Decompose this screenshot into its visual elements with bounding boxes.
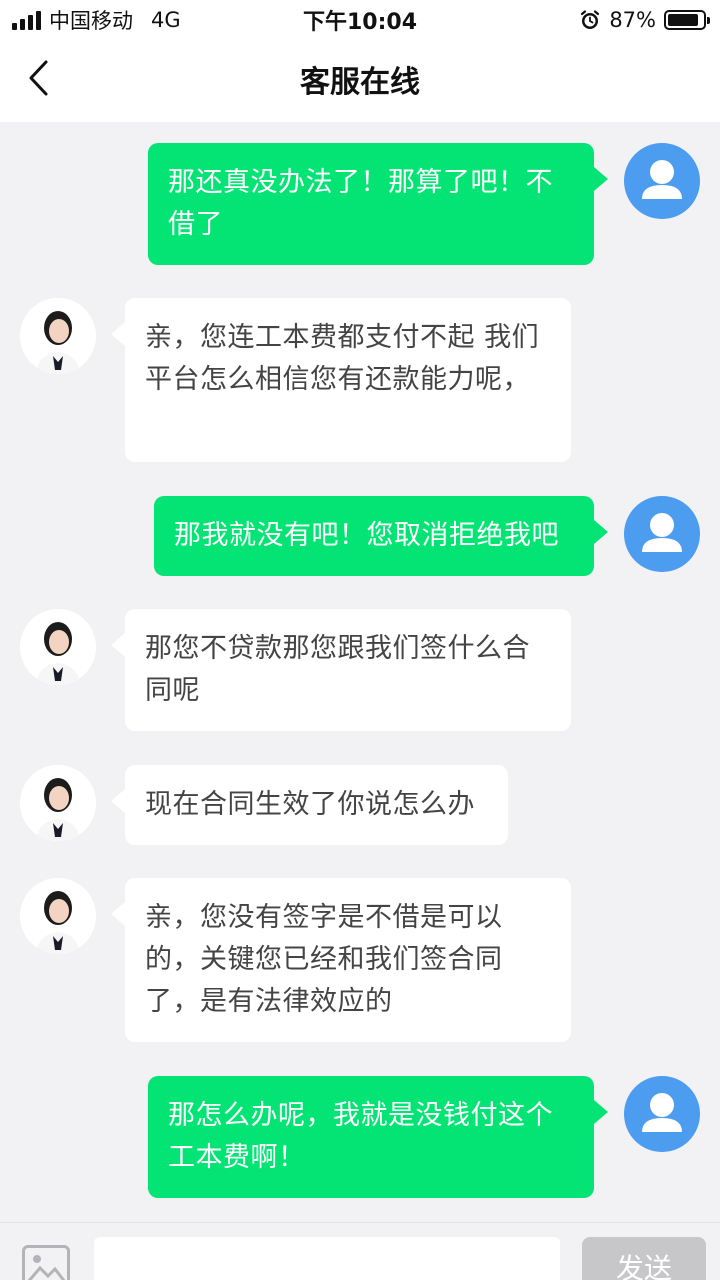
agent-avatar[interactable]: [20, 609, 96, 685]
message-input[interactable]: [94, 1237, 560, 1280]
bubble-tail: [594, 520, 608, 544]
user-icon: [642, 513, 682, 552]
message-bubble[interactable]: 那还真没办法了！那算了吧！不借了: [148, 143, 594, 265]
agent-avatar[interactable]: [20, 298, 96, 374]
send-button[interactable]: 发送: [582, 1237, 706, 1280]
input-bar: 发送: [0, 1222, 720, 1280]
user-icon: [642, 1093, 682, 1132]
nav-bar: 客服在线: [0, 40, 720, 122]
user-icon: [642, 160, 682, 199]
agent-avatar-icon: [20, 609, 96, 685]
user-avatar[interactable]: [624, 143, 700, 219]
agent-avatar-icon: [20, 765, 96, 841]
image-button[interactable]: [22, 1245, 70, 1280]
alarm-icon: [581, 10, 600, 29]
bubble-tail: [111, 902, 125, 926]
user-avatar[interactable]: [624, 496, 700, 572]
message-bubble[interactable]: 亲，您连工本费都支付不起 我们平台怎么相信您有还款能力呢，: [125, 298, 571, 462]
bubble-tail: [594, 167, 608, 191]
image-icon: [27, 1255, 66, 1280]
battery-fill: [668, 14, 698, 26]
agent-avatar-icon: [20, 878, 96, 954]
bubble-tail: [111, 633, 125, 657]
agent-avatar-icon: [20, 298, 96, 374]
chat-list[interactable]: 那还真没办法了！那算了吧！不借了 亲，您连工本费都支付不起 我们平台怎么相信您有…: [0, 122, 720, 1222]
message-bubble[interactable]: 现在合同生效了你说怎么办: [125, 765, 508, 845]
status-bar: 中国移动 4G 下午10:04 87%: [0, 0, 720, 40]
battery-icon: [664, 10, 710, 30]
message-bubble[interactable]: 那您不贷款那您跟我们签什么合同呢: [125, 609, 571, 731]
bubble-tail: [111, 789, 125, 813]
user-avatar[interactable]: [624, 1076, 700, 1152]
message-bubble[interactable]: 那怎么办呢，我就是没钱付这个工本费啊！: [148, 1076, 594, 1198]
agent-avatar[interactable]: [20, 878, 96, 954]
bubble-tail: [111, 322, 125, 346]
message-bubble[interactable]: 亲，您没有签字是不借是可以的，关键您已经和我们签合同了，是有法律效应的: [125, 878, 571, 1042]
bubble-tail: [594, 1100, 608, 1124]
message-bubble[interactable]: 那我就没有吧！您取消拒绝我吧: [154, 496, 594, 576]
agent-avatar[interactable]: [20, 765, 96, 841]
status-right: 87%: [579, 0, 710, 40]
page-title: 客服在线: [300, 65, 420, 100]
battery-percent: 87%: [609, 8, 656, 32]
